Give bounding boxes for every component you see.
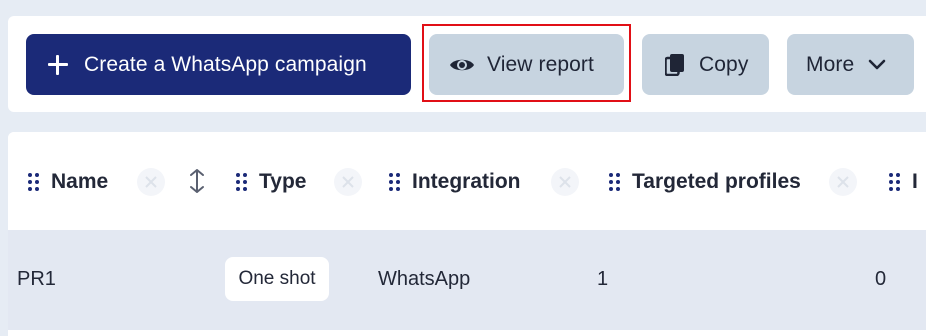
close-icon[interactable] xyxy=(334,168,362,196)
sort-icon[interactable] xyxy=(188,168,206,194)
close-icon[interactable] xyxy=(137,168,165,196)
cell-name: PR1 xyxy=(17,268,56,290)
column-header-type[interactable]: Type xyxy=(236,169,306,195)
table-row[interactable]: PR1 One shot WhatsApp 1 0 xyxy=(8,230,926,330)
create-whatsapp-campaign-button[interactable]: Create a WhatsApp campaign xyxy=(26,34,411,95)
column-label: I xyxy=(912,170,918,193)
drag-handle-icon[interactable] xyxy=(889,173,900,191)
drag-handle-icon[interactable] xyxy=(236,173,247,191)
copy-button[interactable]: Copy xyxy=(642,34,769,95)
create-campaign-label: Create a WhatsApp campaign xyxy=(84,52,367,76)
column-header-integration[interactable]: Integration xyxy=(389,169,521,195)
plus-icon xyxy=(46,53,70,77)
chevron-down-icon xyxy=(868,59,886,71)
view-report-button[interactable]: View report xyxy=(429,34,624,95)
drag-handle-icon[interactable] xyxy=(609,173,620,191)
cell-next: 0 xyxy=(875,268,887,290)
column-label: Integration xyxy=(412,170,521,193)
table-header-row: Name Type Integration Targeted profiles xyxy=(8,132,926,230)
column-label: Targeted profiles xyxy=(632,170,801,193)
eye-icon xyxy=(449,56,475,74)
view-report-label: View report xyxy=(487,52,594,76)
more-label: More xyxy=(806,52,855,76)
drag-handle-icon[interactable] xyxy=(389,173,400,191)
column-header-truncated[interactable]: I xyxy=(889,169,918,195)
close-icon[interactable] xyxy=(829,168,857,196)
type-badge: One shot xyxy=(225,257,329,301)
column-header-targeted-profiles[interactable]: Targeted profiles xyxy=(609,169,801,195)
more-button[interactable]: More xyxy=(787,34,914,95)
drag-handle-icon[interactable] xyxy=(28,173,39,191)
copy-label: Copy xyxy=(699,52,749,76)
column-header-name[interactable]: Name xyxy=(28,169,108,195)
close-icon[interactable] xyxy=(551,168,579,196)
column-label: Name xyxy=(51,170,109,193)
campaigns-table: Name Type Integration Targeted profiles xyxy=(8,132,926,336)
copy-icon xyxy=(665,53,685,76)
column-label: Type xyxy=(259,170,307,193)
cell-integration: WhatsApp xyxy=(378,268,471,290)
cell-targeted-profiles: 1 xyxy=(597,268,609,290)
